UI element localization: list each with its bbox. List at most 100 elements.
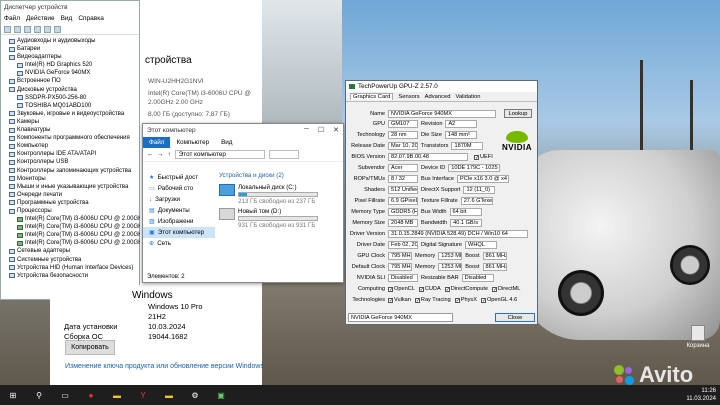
device-tree-item[interactable]: Камеры [3, 118, 139, 126]
device-tree-item[interactable]: Программные устройства [3, 199, 139, 207]
clock-time: 11:26 [701, 388, 716, 394]
device-tree-item[interactable]: Компьютер [3, 142, 139, 150]
device-tree-item[interactable]: Мониторы [3, 175, 139, 183]
tab-sensors[interactable]: Sensors [398, 94, 419, 100]
gpuz-value: GM107 [388, 120, 418, 128]
forward-icon[interactable] [14, 25, 21, 33]
device-tree-item[interactable]: Устройства HID (Human Interface Devices) [3, 264, 139, 272]
explorer-icon[interactable]: ▬ [111, 389, 123, 401]
gpuz-value: 8 / 32 [388, 175, 418, 183]
maximize-icon[interactable]: ☐ [318, 126, 324, 134]
app-icon[interactable]: ● [85, 389, 97, 401]
explorer-window[interactable]: Этот компьютер ─ ☐ ✕ Файл Компьютер Вид … [142, 123, 344, 283]
change-key-link[interactable]: Изменение ключа продукта или обновление … [65, 363, 264, 370]
up-icon[interactable]: ↑ [168, 151, 171, 158]
device-tree-item[interactable]: Дисковые устройства [3, 86, 139, 94]
device-tree-item[interactable]: Аудиовходы и аудиовыходы [3, 37, 139, 45]
nav-item[interactable]: ↓ Загрузки [143, 194, 215, 205]
tab-view[interactable]: Вид [215, 137, 238, 148]
menu-file[interactable]: Файл [4, 15, 20, 22]
tab-computer[interactable]: Компьютер [170, 137, 215, 148]
gpuz-window[interactable]: TechPowerUp GPU-Z 2.57.0 Graphics Card S… [345, 80, 538, 325]
close-icon[interactable]: ✕ [333, 126, 339, 134]
device-tree-item[interactable]: Процессоры [3, 207, 139, 215]
device-tree-item[interactable]: Звуковые, игровые и видеоустройства [3, 110, 139, 118]
device-tree-item[interactable]: Intel(R) Core(TM) i3-6006U CPU @ 2.00GHz [3, 223, 145, 231]
menu-action[interactable]: Действие [26, 15, 55, 22]
nav-item[interactable]: ▣ Этот компьютер [143, 227, 215, 238]
device-tree-item[interactable]: Мыши и иные указывающие устройства [3, 183, 139, 191]
device-tree-item[interactable]: Очереди печати [3, 191, 139, 199]
close-button[interactable]: Close [495, 313, 535, 322]
nav-item[interactable]: ▭ Рабочий сто [143, 183, 215, 194]
gpu-select[interactable]: NVIDIA GeForce 940MX [348, 313, 453, 322]
device-tree-item[interactable]: Intel(R) HD Graphics 520 [3, 61, 139, 69]
task-view-icon[interactable]: ▭ [59, 389, 71, 401]
nav-item[interactable]: ▤ Документы [143, 205, 215, 216]
nav-item[interactable]: ★ Быстрый дост [143, 172, 215, 183]
device-tree-item[interactable]: Intel(R) Core(TM) i3-6006U CPU @ 2.00GHz [3, 231, 145, 239]
menu-view[interactable]: Вид [61, 15, 73, 22]
device-tree-item[interactable]: Сетевые адаптеры [3, 247, 139, 255]
forward-icon[interactable]: → [157, 151, 163, 158]
tab-advanced[interactable]: Advanced [425, 94, 451, 100]
scan-icon[interactable] [44, 25, 51, 33]
start-icon[interactable]: ⊞ [7, 389, 19, 401]
folder-icon[interactable]: ▬ [163, 389, 175, 401]
device-tree-item[interactable]: NVIDIA GeForce 940MX [3, 69, 139, 77]
settings-icon[interactable]: ⚙ [189, 389, 201, 401]
device-tree-item[interactable]: Клавиатуры [3, 126, 139, 134]
drive-d[interactable]: Новый том (D:) 931 ГБ свободно из 931 ГБ [219, 208, 343, 229]
section-header[interactable]: Устройства и диски (2) [219, 172, 343, 181]
device-tree-item[interactable]: Видеоадаптеры [3, 53, 139, 61]
drive-c[interactable]: Локальный диск (C:) 213 ГБ свободно из 2… [219, 184, 343, 205]
device-tree-item[interactable]: Системные устройства [3, 256, 139, 264]
lookup-button[interactable]: Lookup [504, 109, 532, 118]
feature-checkbox[interactable]: ✓ Ray Tracing [414, 297, 451, 303]
copy-button[interactable]: Копировать [65, 340, 115, 355]
feature-checkbox[interactable]: ✓ OpenGL 4.6 [480, 297, 517, 303]
feature-checkbox[interactable]: ✓ OpenCL [388, 286, 415, 292]
recycle-bin[interactable]: Корзина [678, 325, 718, 349]
device-tree-item[interactable]: Устройства безопасности [3, 272, 139, 280]
address-bar[interactable]: Этот компьютер [174, 150, 265, 159]
feature-checkbox[interactable]: ✓ Vulkan [388, 297, 411, 303]
feature-checkbox[interactable]: ✓ DirectCompute [444, 286, 488, 292]
device-tree-item[interactable]: Контроллеры IDE ATA/ATAPI [3, 150, 139, 158]
menu-help[interactable]: Справка [78, 15, 104, 22]
gpuz-taskbar-icon[interactable]: ▣ [215, 389, 227, 401]
drive-name: Локальный диск (C:) [238, 184, 297, 191]
tab-validation[interactable]: Validation [455, 94, 480, 100]
device-icon [17, 232, 23, 238]
system-clock[interactable]: 11:26 11.03.2024 [686, 387, 716, 403]
device-manager-window[interactable]: Диспетчер устройств Файл Действие Вид Сп… [0, 0, 145, 300]
device-tree-item[interactable]: Компоненты программного обеспечения [3, 134, 139, 142]
gpuz-row-name: Name NVIDIA GeForce 940MX [348, 110, 496, 118]
help-icon[interactable] [34, 25, 41, 33]
device-tree-item[interactable]: TOSHIBA MQ01ABD100 [3, 102, 139, 110]
search-icon[interactable]: ⚲ [33, 389, 45, 401]
feature-checkbox[interactable]: ✓ DirectML [492, 286, 520, 292]
device-tree-item[interactable]: Intel(R) Core(TM) i3-6006U CPU @ 2.00GHz [3, 215, 145, 223]
device-tree-item[interactable]: Intel(R) Core(TM) i3-6006U CPU @ 2.00GHz [3, 239, 145, 247]
minimize-icon[interactable]: ─ [304, 126, 309, 134]
search-input[interactable] [268, 150, 299, 159]
window-title: Диспетчер устройств [4, 3, 68, 11]
back-icon[interactable]: ← [147, 151, 153, 158]
feature-checkbox[interactable]: ✓ CUDA [418, 286, 441, 292]
device-tree-item[interactable]: Контроллеры USB [3, 158, 139, 166]
back-icon[interactable] [4, 25, 11, 33]
feature-checkbox[interactable]: ✓ PhysX [454, 297, 477, 303]
device-tree-item[interactable]: Контроллеры запоминающих устройства [3, 167, 139, 175]
tab-file[interactable]: Файл [143, 137, 171, 148]
browser-icon[interactable]: Y [137, 389, 149, 401]
nav-item[interactable]: ▨ Изображени [143, 216, 215, 227]
properties-icon[interactable] [24, 25, 31, 33]
device-tree-item[interactable]: SSDPR-PX500-256-80 [3, 94, 139, 102]
device-tree-item[interactable]: Встроенное ПО [3, 77, 139, 85]
monitor-icon[interactable] [54, 25, 61, 33]
uefi-checkbox[interactable]: ✓ UEFI [474, 154, 493, 160]
device-tree-item[interactable]: Батареи [3, 45, 139, 53]
nav-item[interactable]: ⊕ Сеть [143, 238, 215, 249]
tab-graphics-card[interactable]: Graphics Card [350, 93, 394, 100]
